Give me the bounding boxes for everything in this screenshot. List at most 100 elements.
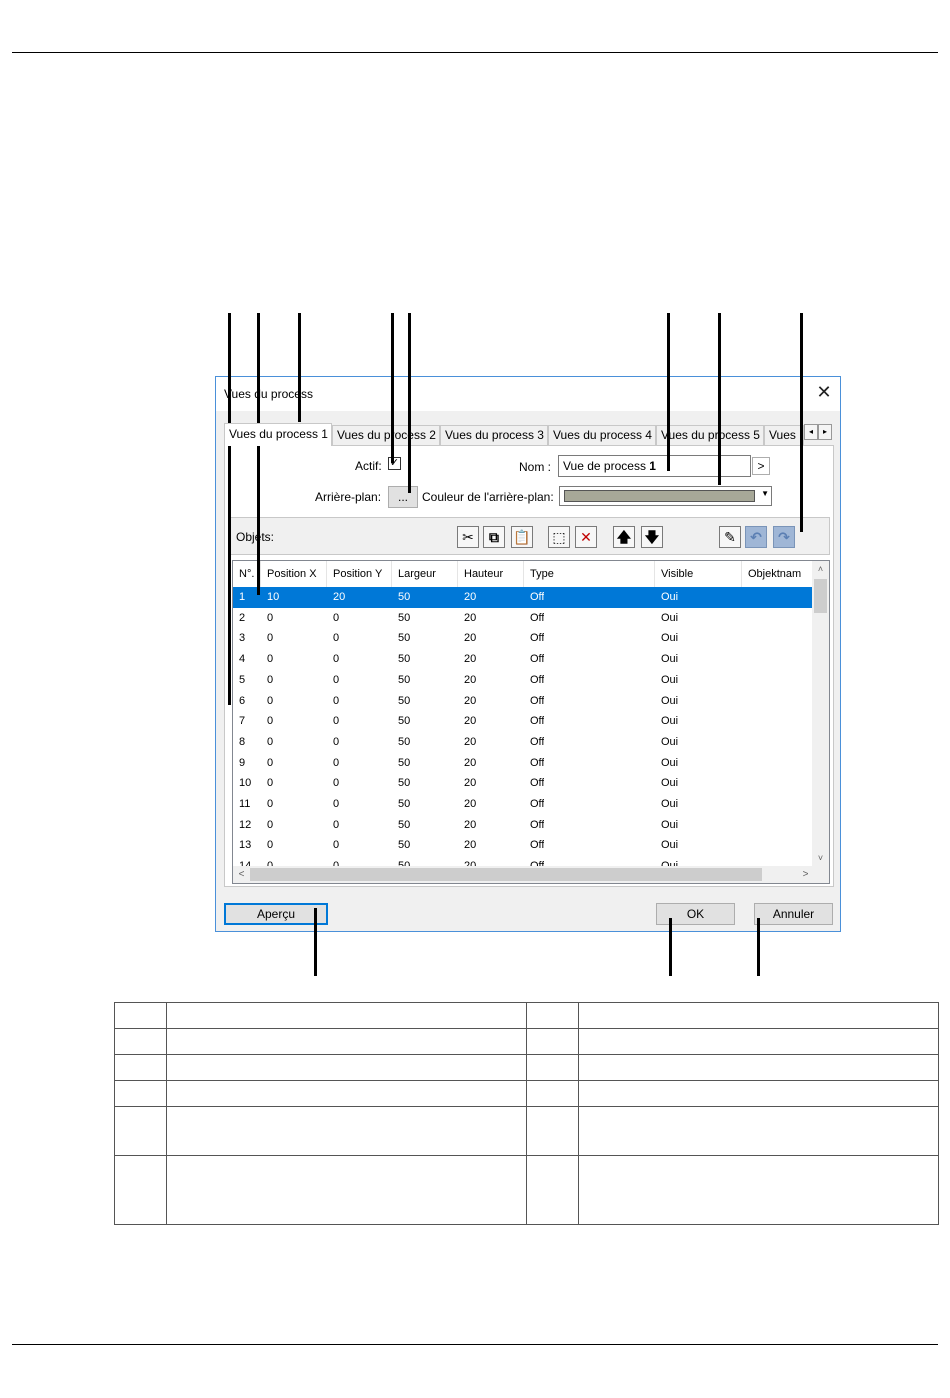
table-row[interactable]: 3 0 0 50 20 Off Oui [233,628,813,649]
tab-scroll-left-icon[interactable]: ◂ [804,424,818,440]
scroll-up-icon[interactable]: ˄ [812,561,829,578]
cell-height: 20 [464,611,477,624]
tab-process-view-1[interactable]: Vues du process 1 [224,423,332,446]
active-checkbox[interactable]: ✓ [388,457,401,470]
tab-process-view-5[interactable]: Vues du process 5 [656,425,764,445]
cell-number: 11 [239,798,251,810]
vertical-scroll-thumb[interactable] [814,579,827,613]
callout-line [257,313,260,595]
undo-icon[interactable]: ↶ [745,526,767,548]
table-row[interactable]: 10 0 0 50 20 Off Oui [233,773,813,794]
cell-number: 7 [239,715,246,728]
column-header-position-y[interactable]: Position Y [327,561,392,587]
close-icon[interactable]: ✕ [808,377,840,409]
cell-width: 50 [398,798,411,810]
callout-line [314,908,317,976]
chevron-down-icon[interactable]: ▼ [761,489,769,498]
preview-button[interactable]: Aperçu [224,903,328,925]
redo-icon[interactable]: ↷ [773,526,795,548]
cell-position-y: 20 [333,591,346,603]
table-row[interactable]: 9 0 0 50 20 Off Oui [233,753,813,774]
cell-width: 50 [398,715,411,728]
table-row[interactable]: 12 0 0 50 20 Off Oui [233,815,813,836]
cell-number: 2 [239,611,246,624]
cell-number: 4 [239,653,246,666]
name-field[interactable]: Vue de process 1 [558,455,751,477]
scroll-right-icon[interactable]: > [797,866,814,883]
cut-icon[interactable]: ✂ [457,526,479,548]
tab-process-view-2[interactable]: Vues du process 2 [332,425,440,445]
cell-type: Off [530,735,545,748]
cell-width: 50 [398,694,411,707]
column-header-visible[interactable]: Visible [655,561,742,587]
cell-width: 50 [398,777,411,790]
scroll-left-icon[interactable]: < [233,866,250,883]
table-row[interactable]: 11 0 0 50 20 Off Oui [233,794,813,815]
table-row[interactable]: 5 0 0 50 20 Off Oui [233,670,813,691]
tab-process-view-6[interactable]: Vues [764,425,804,445]
cell-type: Off [530,591,545,603]
callout-line [408,313,411,493]
background-label: Arrière-plan: [315,490,382,504]
callout-line [298,313,301,422]
column-header-width[interactable]: Largeur [392,561,458,587]
table-row[interactable]: 4 0 0 50 20 Off Oui [233,649,813,670]
cell-type: Off [530,611,545,624]
move-up-icon[interactable]: 🡅 [613,526,635,548]
scroll-down-icon[interactable]: ˅ [812,850,829,867]
objects-grid: N°. Position X Position Y Largeur Hauteu… [232,560,830,884]
cell-visible: Oui [661,591,679,603]
cell-visible: Oui [661,735,679,748]
column-header-object-name[interactable]: Objektnam [742,561,813,587]
vertical-scrollbar[interactable]: ˄ ˅ [812,561,829,867]
cell-position-y: 0 [333,611,340,624]
copy-icon[interactable]: ⧉ [483,526,505,548]
cell-position-x: 0 [267,818,274,831]
bottom-rule [12,1344,938,1345]
callout-line [757,918,760,976]
cell-position-x: 0 [267,611,274,624]
tab-scroll-right-icon[interactable]: ▸ [818,424,832,440]
cell-type: Off [530,715,545,728]
table-row[interactable]: 8 0 0 50 20 Off Oui [233,732,813,753]
cell-width: 50 [398,611,411,624]
cell-type: Off [530,756,545,769]
column-header-height[interactable]: Hauteur [458,561,524,587]
name-browse-button[interactable]: > [752,457,770,475]
tab-process-view-3[interactable]: Vues du process 3 [440,425,548,445]
cell-position-y: 0 [333,818,340,831]
paste-icon[interactable]: 📋 [511,526,533,548]
move-down-icon[interactable]: 🡇 [641,526,663,548]
cell-height: 20 [464,591,477,603]
ok-button[interactable]: OK [656,903,735,925]
horizontal-scrollbar[interactable]: < > [233,866,829,883]
delete-icon[interactable]: ✕ [575,526,597,548]
cell-visible: Oui [661,694,679,707]
edit-icon[interactable]: ✎ [719,526,741,548]
cell-position-y: 0 [333,756,340,769]
table-row[interactable]: 2 0 0 50 20 Off Oui [233,608,813,629]
cell-height: 20 [464,777,477,790]
table-row[interactable]: 1 10 20 50 20 Off Oui [233,587,813,608]
column-header-type[interactable]: Type [524,561,655,587]
new-object-icon[interactable]: ⬚ [548,526,570,548]
cell-position-x: 0 [267,735,274,748]
cell-position-y: 0 [333,673,340,686]
table-row[interactable]: 13 0 0 50 20 Off Oui [233,835,813,856]
column-header-position-x[interactable]: Position X [261,561,327,587]
background-browse-button[interactable]: ... [388,486,418,508]
cell-height: 20 [464,673,477,686]
title-bar: Vues du process ✕ [216,377,840,411]
table-row[interactable]: 6 0 0 50 20 Off Oui [233,691,813,712]
cell-height: 20 [464,818,477,831]
horizontal-scroll-thumb[interactable] [250,868,762,881]
cell-number: 5 [239,673,246,686]
cell-position-x: 0 [267,632,274,645]
table-row[interactable]: 7 0 0 50 20 Off Oui [233,711,813,732]
callout-line [391,313,394,463]
cell-type: Off [530,798,545,810]
cell-number: 12 [239,818,252,831]
tab-process-view-4[interactable]: Vues du process 4 [548,425,656,445]
bg-color-combo[interactable]: ▼ [559,486,772,506]
cancel-button[interactable]: Annuler [754,903,833,925]
